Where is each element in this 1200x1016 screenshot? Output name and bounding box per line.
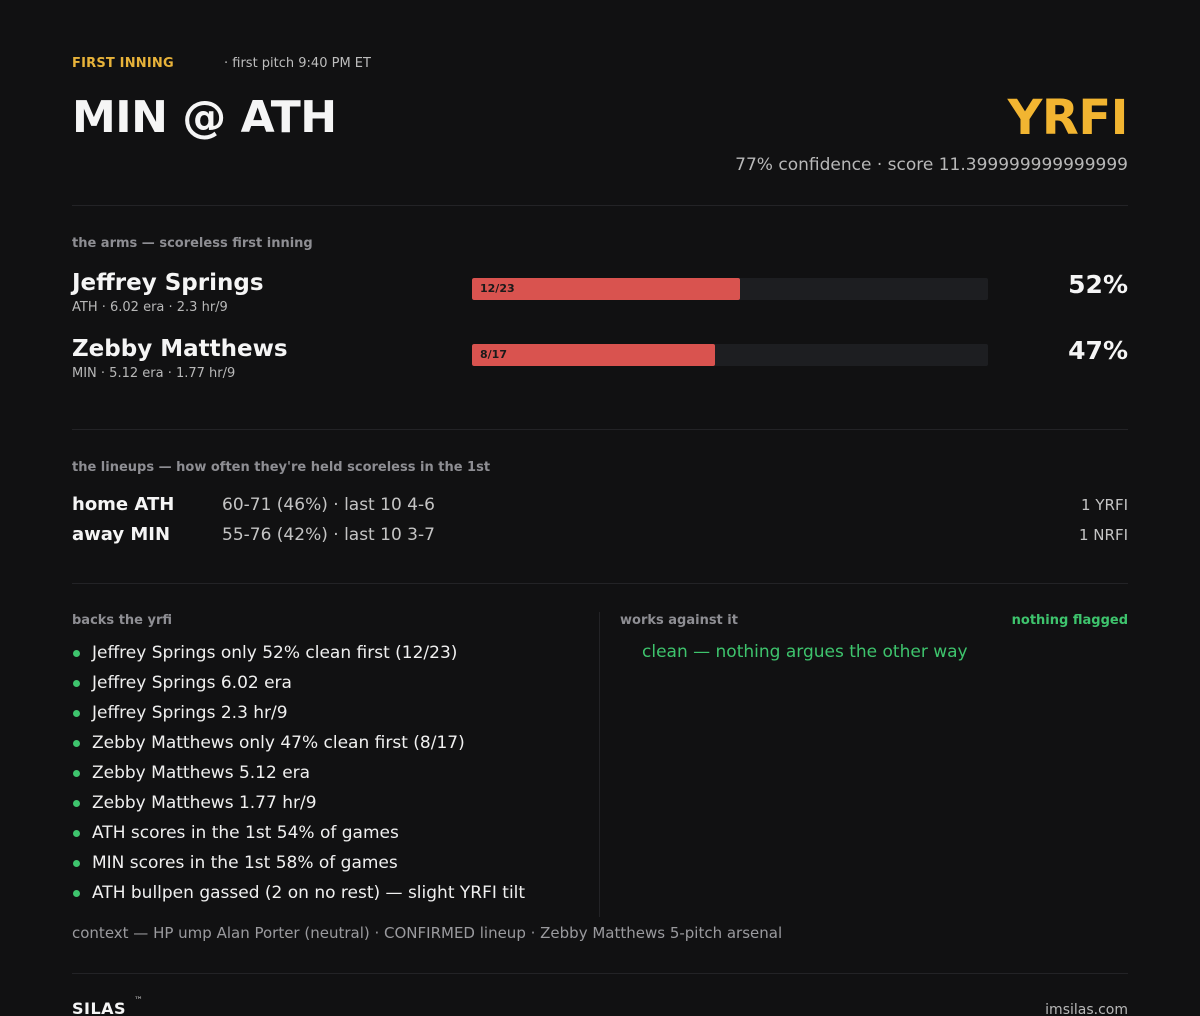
confidence-line: 77% confidence · score 11.39999999999999… [735,155,1128,175]
brand-logo: SILAS [72,999,127,1016]
lineup-team: home ATH [72,494,175,515]
pitcher-row: Jeffrey Springs ATH · 6.02 era · 2.3 hr/… [72,270,1128,322]
clean-first-pct: 52% [1068,270,1128,299]
bullet-dot-icon [73,680,80,687]
list-item: Zebby Matthews 1.77 hr/9 [72,790,592,820]
list-item: Jeffrey Springs 6.02 era [72,670,592,700]
list-item-text: Zebby Matthews 1.77 hr/9 [92,793,317,813]
bullet-dot-icon [73,770,80,777]
against-note: clean — nothing argues the other way [642,642,968,662]
list-item-text: Zebby Matthews 5.12 era [92,763,311,783]
arms-section-title: the arms — scoreless first inning [72,236,313,251]
inning-tag: FIRST INNING [72,56,174,71]
list-item-text: Zebby Matthews only 47% clean first (8/1… [92,733,465,753]
divider [72,429,1128,430]
matchup-title: MIN @ ATH [72,92,337,143]
list-item-text: Jeffrey Springs only 52% clean first (12… [92,643,458,663]
pitcher-meta: ATH · 6.02 era · 2.3 hr/9 [72,300,228,315]
pitcher-name: Jeffrey Springs [72,270,264,296]
list-item: Jeffrey Springs only 52% clean first (12… [72,640,592,670]
backs-list: Jeffrey Springs only 52% clean first (12… [72,640,592,910]
bullet-dot-icon [73,740,80,747]
list-item: MIN scores in the 1st 58% of games [72,850,592,880]
list-item: Zebby Matthews 5.12 era [72,760,592,790]
backs-section-title: backs the yrfi [72,613,173,628]
pitcher-meta: MIN · 5.12 era · 1.77 hr/9 [72,366,236,381]
first-pitch-time: · first pitch 9:40 PM ET [224,56,371,71]
lineup-stats: 55-76 (42%) · last 10 3-7 [222,525,435,545]
list-item-text: Jeffrey Springs 6.02 era [92,673,292,693]
divider [72,973,1128,974]
context-line: context — HP ump Alan Porter (neutral) ·… [72,924,783,942]
pick-label: YRFI [1007,90,1129,146]
bullet-dot-icon [73,830,80,837]
clean-first-record: 8/17 [480,348,507,361]
lineup-row: home ATH 60-71 (46%) · last 10 4-6 1 YRF… [72,494,1128,518]
list-item-text: ATH bullpen gassed (2 on no rest) — slig… [92,883,526,903]
lineup-verdict: 1 NRFI [1078,526,1128,544]
clean-first-fill [472,344,715,366]
pitcher-row: Zebby Matthews MIN · 5.12 era · 1.77 hr/… [72,336,1128,388]
bullet-dot-icon [73,860,80,867]
bullet-dot-icon [73,710,80,717]
lineup-verdict: 1 YRFI [1081,496,1128,514]
list-item-text: Jeffrey Springs 2.3 hr/9 [92,703,288,723]
clean-first-bar: 8/17 [472,344,988,366]
game-card: FIRST INNING · first pitch 9:40 PM ET MI… [72,0,1129,1016]
list-item: ATH bullpen gassed (2 on no rest) — slig… [72,880,592,910]
divider [72,205,1128,206]
list-item: Jeffrey Springs 2.3 hr/9 [72,700,592,730]
against-flag-badge: nothing flagged [1011,613,1128,628]
list-item: ATH scores in the 1st 54% of games [72,820,592,850]
against-section-title: works against it [620,613,738,628]
lineup-stats: 60-71 (46%) · last 10 4-6 [222,495,435,515]
lineup-team: away MIN [72,524,171,545]
column-divider [599,612,600,917]
site-link[interactable]: imsilas.com [1045,1002,1128,1016]
list-item: Zebby Matthews only 47% clean first (8/1… [72,730,592,760]
bullet-dot-icon [73,650,80,657]
bullet-dot-icon [73,800,80,807]
lineups-section-title: the lineups — how often they're held sco… [72,460,491,475]
bullet-dot-icon [73,890,80,897]
lineup-row: away MIN 55-76 (42%) · last 10 3-7 1 NRF… [72,524,1128,548]
list-item-text: MIN scores in the 1st 58% of games [92,853,398,873]
clean-first-pct: 47% [1068,336,1128,365]
pitcher-name: Zebby Matthews [72,336,288,362]
list-item-text: ATH scores in the 1st 54% of games [92,823,399,843]
clean-first-bar: 12/23 [472,278,988,300]
clean-first-record: 12/23 [480,282,515,295]
divider [72,583,1128,584]
trademark-mark: ™ [134,996,143,1006]
